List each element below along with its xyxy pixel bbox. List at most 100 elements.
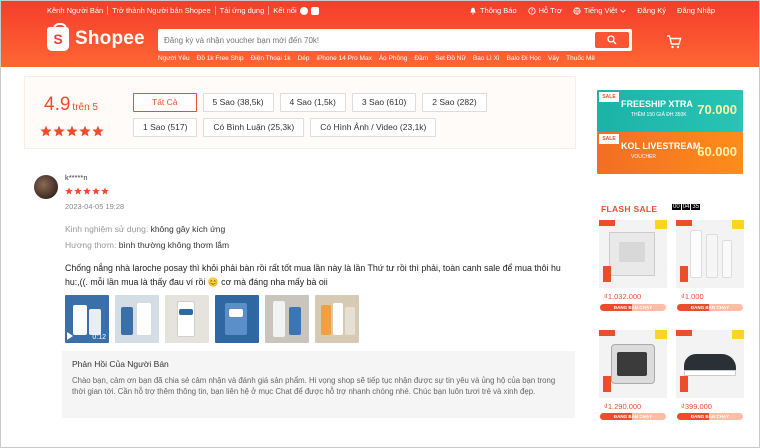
register-link[interactable]: Đăng Ký xyxy=(637,6,666,15)
reviewer-name: k*****n xyxy=(65,173,88,182)
product-price: ₫1.032.000 xyxy=(604,292,642,301)
review-image-thumbnail[interactable] xyxy=(115,295,159,343)
seller-reply-body: Chào bạn, cảm ơn bạn đã chia sẻ cảm nhận… xyxy=(72,376,556,396)
sale-tag: SALE xyxy=(599,92,619,102)
search-button[interactable] xyxy=(595,32,629,48)
banner-amount: 70.000 xyxy=(697,102,737,117)
attribute-key: Hương thơm: xyxy=(65,240,117,250)
suggestion-link[interactable]: Điện Thoại 1k xyxy=(251,55,291,62)
banner-subtitle: THÊM 150 GIẢ ĐH 350K xyxy=(631,112,687,118)
filter-3-star-button[interactable]: 3 Sao (610) xyxy=(351,93,417,112)
flash-sale-product[interactable] xyxy=(599,220,667,288)
banner-subtitle: VOUCHER xyxy=(631,154,657,160)
top-navbar: Kênh Người Bán Trở thành Người bán Shope… xyxy=(1,1,759,21)
seller-centre-link[interactable]: Kênh Người Bán xyxy=(47,6,103,15)
instagram-icon[interactable] xyxy=(310,6,319,15)
star-icon xyxy=(92,187,100,195)
suggestion-link[interactable]: Áo Phông xyxy=(379,55,408,62)
sold-status: ĐANG BÁN CHẠY xyxy=(690,414,730,419)
suggestion-link[interactable]: Balo Đi Học xyxy=(507,55,541,62)
help-icon: ? xyxy=(528,6,536,15)
sold-progress-bar: ĐANG BÁN CHẠY xyxy=(600,304,666,311)
search-bar xyxy=(158,29,632,51)
search-input[interactable] xyxy=(164,33,584,47)
header: Kênh Người Bán Trở thành Người bán Shope… xyxy=(1,1,759,67)
search-suggestions: Người Yêu Đồ 1k Free Ship Điện Thoại 1k … xyxy=(158,55,595,62)
filter-4-star-button[interactable]: 4 Sao (1,5k) xyxy=(279,93,346,112)
star-icon xyxy=(79,125,91,137)
filter-5-star-button[interactable]: 5 Sao (38,5k) xyxy=(202,93,274,112)
star-icon xyxy=(92,125,104,137)
play-icon xyxy=(67,332,73,340)
seller-reply: Phản Hồi Của Người Bán Chào bạn, cảm ơn … xyxy=(62,351,575,418)
star-icon xyxy=(74,187,82,195)
language-select[interactable]: Tiếng Việt xyxy=(573,6,626,15)
suggestion-link[interactable]: Set Đồ Nữ xyxy=(435,55,466,62)
download-app-link[interactable]: Tải ứng dụng xyxy=(220,6,265,15)
suggestion-link[interactable]: Dép xyxy=(298,55,310,62)
become-seller-link[interactable]: Trở thành Người bán Shopee xyxy=(112,6,210,15)
sold-progress-bar: ĐANG BÁN CHẠY xyxy=(600,413,666,420)
login-link[interactable]: Đăng Nhập xyxy=(677,6,715,15)
sold-progress-bar: ĐANG BÁN CHẠY xyxy=(677,413,743,420)
flash-sale-title[interactable]: FLASH SALE xyxy=(601,204,657,214)
kol-livestream-banner[interactable]: SALE KOL LIVESTREAM VOUCHER 60.000 xyxy=(597,132,743,174)
sale-tag: SALE xyxy=(599,134,619,144)
suggestion-link[interactable]: Đồ 1k Free Ship xyxy=(197,55,244,62)
suggestion-link[interactable]: Thuốc Mê xyxy=(566,55,595,62)
flash-sale-product[interactable] xyxy=(676,220,744,288)
filter-with-comment-button[interactable]: Có Bình Luận (25,3k) xyxy=(203,118,305,137)
sold-status: ĐANG BÁN CHẠY xyxy=(613,305,653,310)
review-date: 2023-04-05 19:28 xyxy=(65,202,125,211)
flash-sale-product[interactable] xyxy=(599,330,667,398)
review-image-thumbnail[interactable] xyxy=(215,295,259,343)
shopping-bag-icon xyxy=(47,23,69,51)
star-icon xyxy=(65,187,73,195)
rating-stars xyxy=(40,125,104,137)
divider xyxy=(214,6,216,15)
review-video-thumbnail[interactable]: 0:12 xyxy=(65,295,109,343)
review-stars xyxy=(65,187,109,195)
review-content: Chống nắng nhà laroche posay thì khỏi ph… xyxy=(65,263,561,287)
search-icon xyxy=(607,35,617,45)
help-link[interactable]: ? Hỗ Trợ xyxy=(528,6,562,15)
chevron-down-icon xyxy=(620,9,626,13)
facebook-icon[interactable] xyxy=(299,6,308,15)
rating-summary: 4.9 trên 5 Tất Cả 5 Sao (38,5k) 4 Sao (1,… xyxy=(24,76,576,149)
video-duration: 0:12 xyxy=(92,334,106,341)
bell-icon xyxy=(470,7,476,14)
timer-seconds: 35 xyxy=(691,204,701,210)
review-image-thumbnail[interactable] xyxy=(165,295,209,343)
timer-hours: 00 xyxy=(672,204,681,210)
attribute-value: không gây kích ứng xyxy=(150,224,226,234)
rating-scale: trên 5 xyxy=(72,102,98,113)
cart-icon xyxy=(667,35,682,49)
star-icon xyxy=(101,187,109,195)
filter-1-star-button[interactable]: 1 Sao (517) xyxy=(133,118,198,137)
suggestion-link[interactable]: Váy xyxy=(548,55,559,62)
review-attribute: Hương thơm: bình thường không thơm lắm xyxy=(65,240,229,250)
suggestion-link[interactable]: Đầm xyxy=(414,55,428,62)
star-icon xyxy=(66,125,78,137)
cart-button[interactable] xyxy=(666,35,682,51)
star-icon xyxy=(83,187,91,195)
freeship-banner[interactable]: SALE FREESHIP XTRA THÊM 150 GIẢ ĐH 350K … xyxy=(597,90,743,132)
filter-2-star-button[interactable]: 2 Sao (282) xyxy=(422,93,487,112)
suggestion-link[interactable]: Bao Lì Xì xyxy=(473,55,500,62)
divider xyxy=(107,6,109,15)
avatar[interactable] xyxy=(34,175,58,199)
suggestion-link[interactable]: Người Yêu xyxy=(158,55,190,62)
review-image-thumbnail[interactable] xyxy=(265,295,309,343)
product-price: ₫1.000 xyxy=(681,292,704,301)
review-image-thumbnail[interactable] xyxy=(315,295,359,343)
suggestion-link[interactable]: iPhone 14 Pro Max xyxy=(317,55,372,62)
filter-with-media-button[interactable]: Có Hình Ảnh / Video (23,1k) xyxy=(310,118,437,137)
divider xyxy=(268,6,270,15)
filter-all-button[interactable]: Tất Cả xyxy=(133,93,197,112)
shopee-logo[interactable]: Shopee xyxy=(47,23,145,51)
product-price: ₫1.290.000 xyxy=(604,402,642,411)
flash-sale-product[interactable] xyxy=(676,330,744,398)
notifications-link[interactable]: Thông Báo xyxy=(469,6,517,15)
brand-name: Shopee xyxy=(75,28,145,49)
star-icon xyxy=(53,125,65,137)
